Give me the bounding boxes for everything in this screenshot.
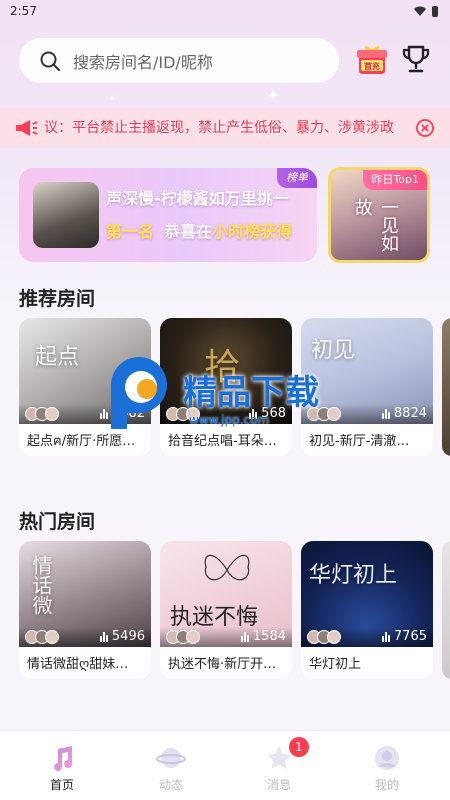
watermark-logo-icon: [111, 357, 167, 429]
notice-bar: 议：平台禁止主播返现，禁止产生低俗、暴力、涉黄涉政: [0, 108, 450, 148]
yesterday-top1-card[interactable]: 昨日Top1 一见如故: [328, 167, 430, 263]
listener-avatars: [307, 630, 357, 644]
audio-bars-icon: [381, 631, 390, 642]
search-placeholder: 搜索房间名/ID/昵称: [73, 52, 213, 72]
banner-tag: 榜单: [277, 168, 317, 188]
status-bar: 2:57: [0, 0, 450, 22]
trophy-icon[interactable]: [401, 44, 431, 76]
top1-tag: 昨日Top1: [363, 170, 427, 190]
cover-art-text: 情话微: [29, 555, 53, 615]
room-name: 华灯初上: [309, 657, 362, 672]
tab-feed[interactable]: 动态: [126, 731, 216, 800]
butterfly-icon: [204, 554, 250, 581]
megaphone-icon: [16, 120, 38, 136]
listener-avatars: [25, 407, 75, 421]
banner-title: 声深慢-柠檬酱如万里挑一: [106, 189, 289, 208]
listener-count: 5496: [99, 629, 145, 644]
room-name: 执迷不悔·新厅开…: [168, 657, 277, 672]
banner-avatar: [33, 182, 99, 248]
tab-home[interactable]: 首页: [17, 731, 107, 800]
planet-icon: [156, 748, 186, 768]
tab-label: 消息: [266, 778, 291, 792]
recharge-label: 首充: [364, 61, 380, 71]
tab-profile[interactable]: 我的: [342, 731, 432, 800]
banner-message-highlight: 小时榜获得: [212, 222, 293, 241]
search-icon: [40, 51, 60, 71]
message-badge: 1: [289, 737, 309, 757]
audio-bars-icon: [99, 631, 108, 642]
listener-count: 1584: [240, 629, 286, 644]
music-note-icon: [54, 746, 73, 771]
listener-avatars: [166, 630, 216, 644]
section-title-hot: 热门房间: [19, 511, 96, 533]
room-name: 情话微甜ღ甜妹…: [27, 657, 129, 672]
watermark-url: www.jpp.com: [189, 413, 270, 427]
profile-icon: [375, 746, 399, 770]
room-card-peek[interactable]: [442, 541, 450, 679]
banner-message: 恭喜在小时榜获得: [164, 218, 292, 242]
status-time: 2:57: [10, 4, 37, 18]
battery-icon: [432, 5, 438, 17]
rank-banner[interactable]: 声深慢-柠檬酱如万里挑一 第一名 恭喜在小时榜获得 榜单: [19, 168, 317, 262]
room-card[interactable]: 情话微 5496 情话微甜ღ甜妹…: [19, 541, 151, 679]
tab-messages[interactable]: 1 消息: [234, 731, 324, 800]
cover-art-text: 起点: [35, 345, 80, 370]
banner-message-prefix: 恭喜在: [164, 222, 213, 241]
search-bar[interactable]: 搜索房间名/ID/昵称: [19, 38, 339, 83]
room-card[interactable]: 华灯初上 7765 华灯初上: [301, 541, 433, 679]
cover-art-text: 华灯初上: [309, 563, 398, 588]
listener-count: 7765: [381, 629, 427, 644]
audio-bars-icon: [381, 408, 390, 419]
close-icon[interactable]: [416, 119, 434, 137]
audio-bars-icon: [240, 631, 249, 642]
top1-art-text: 一见如故: [352, 198, 399, 252]
listener-count: 8824: [381, 406, 427, 421]
room-card[interactable]: 执迷不悔 1584 执迷不悔·新厅开…: [160, 541, 292, 679]
watermark: 精品下载 www.jpp.com: [103, 355, 363, 445]
watermark-title: 精品下载: [183, 373, 319, 413]
listener-avatars: [25, 630, 75, 644]
tab-label: 首页: [49, 778, 74, 792]
banner-rank: 第一名: [106, 222, 155, 241]
tab-label: 动态: [158, 778, 183, 792]
wifi-icon: [414, 6, 426, 16]
section-title-recommended: 推荐房间: [19, 288, 96, 310]
first-recharge-gift-icon[interactable]: 首充: [357, 44, 387, 76]
bottom-tab-bar: 首页 动态 1 消息 我的: [0, 730, 450, 800]
notice-text: 议：平台禁止主播返现，禁止产生低俗、暴力、涉黄涉政: [44, 120, 394, 136]
tab-label: 我的: [374, 778, 399, 792]
room-card-peek[interactable]: [442, 318, 450, 456]
